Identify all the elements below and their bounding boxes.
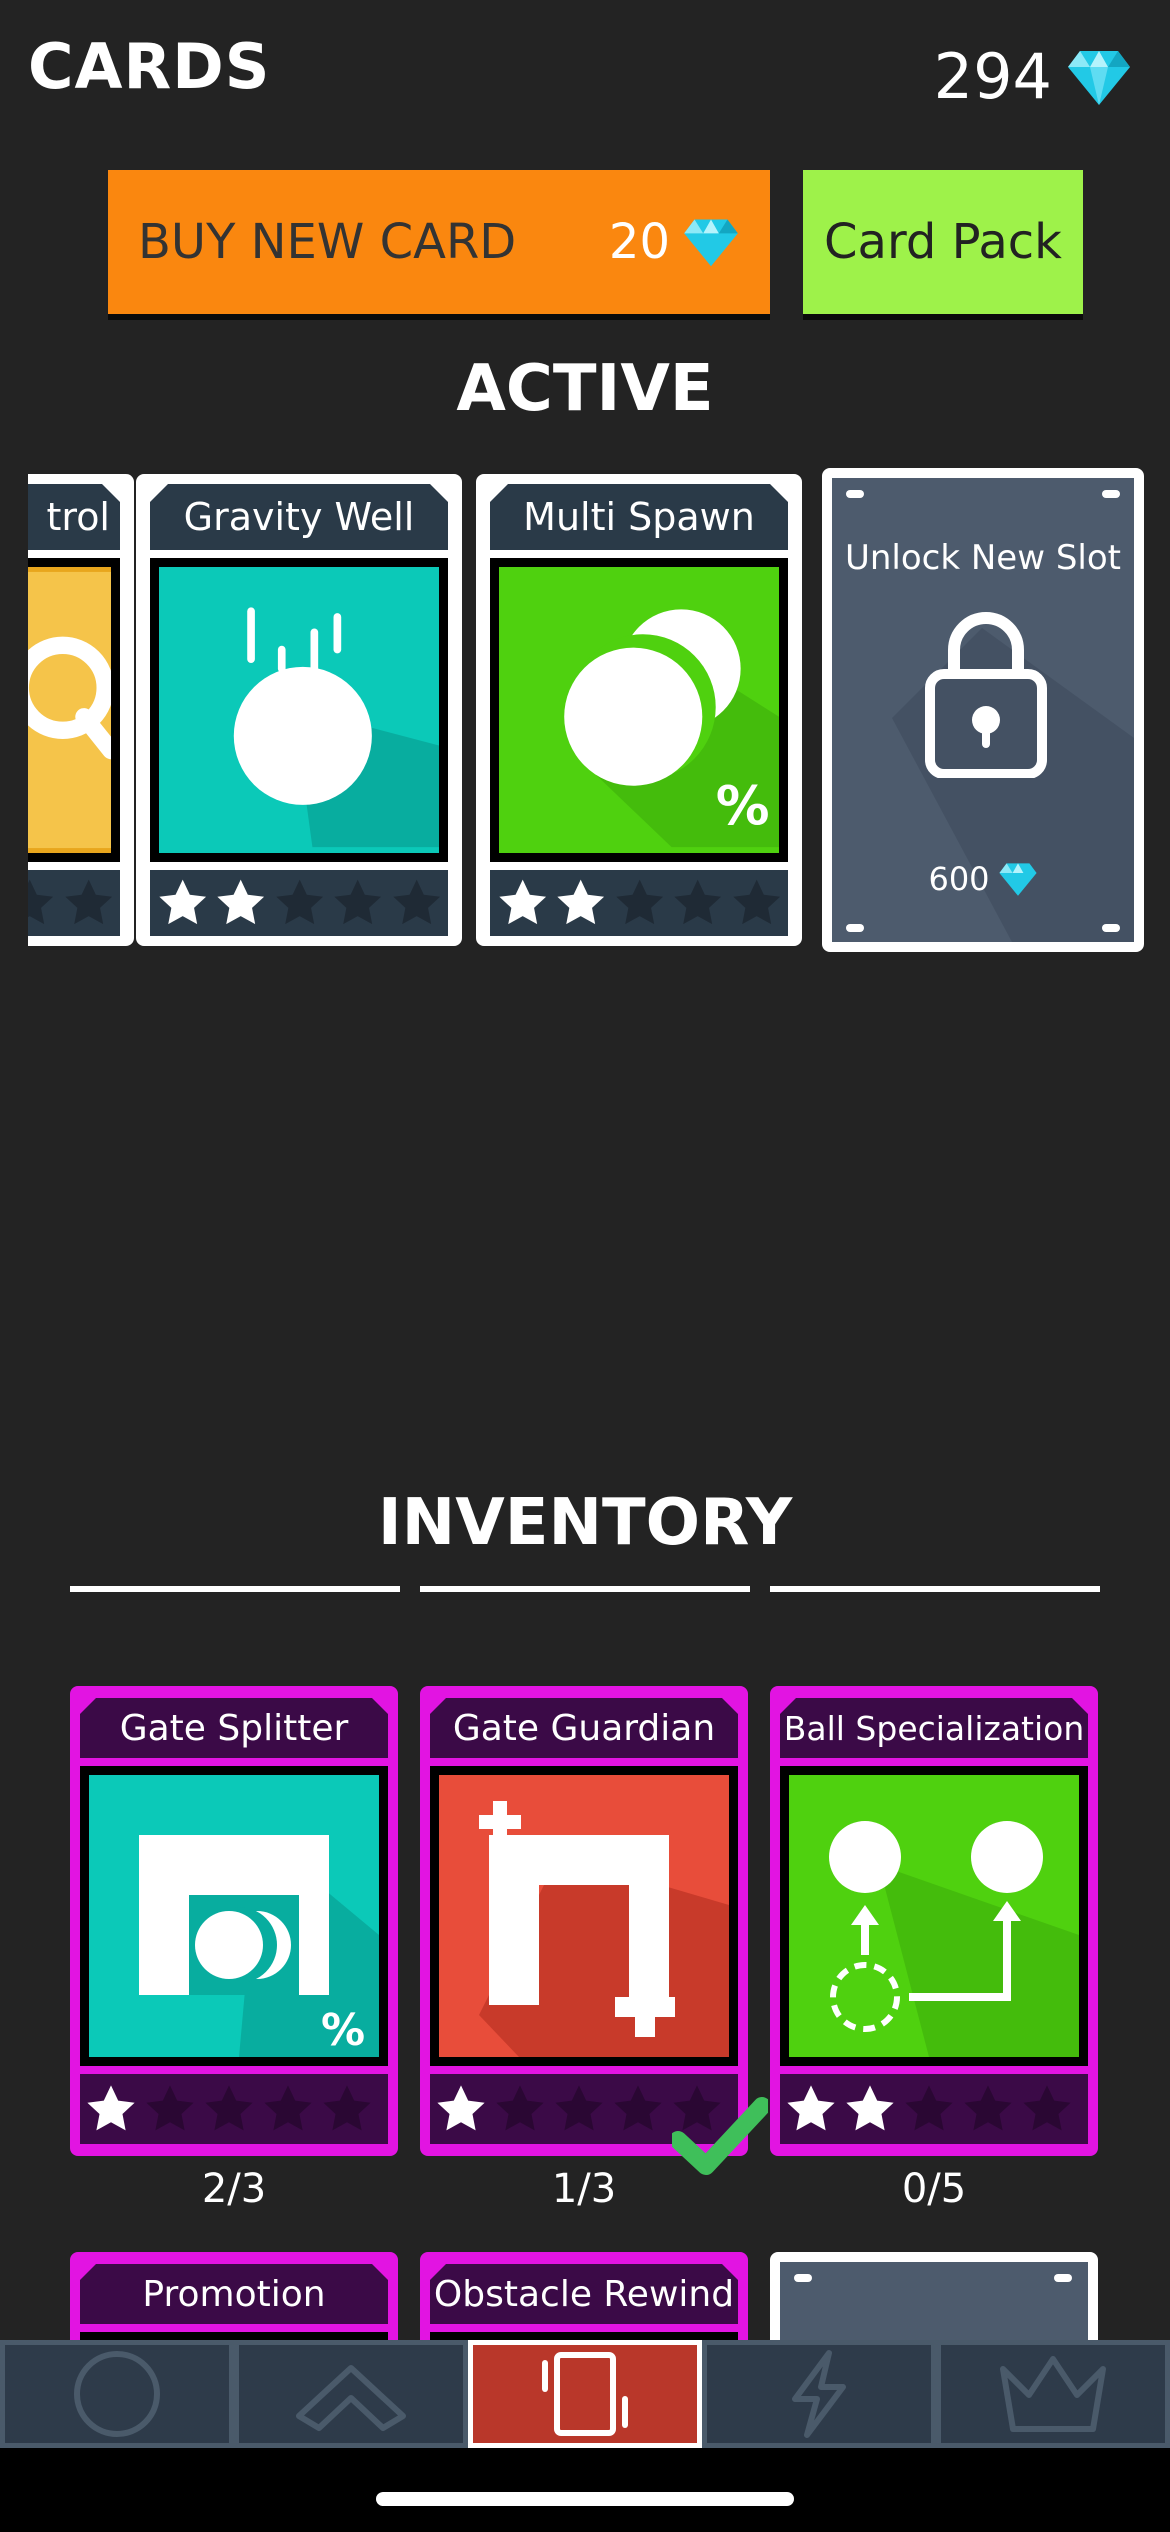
star-empty-icon [616, 879, 663, 925]
lightning-icon [792, 2350, 846, 2438]
checkmark-icon [672, 2097, 768, 2175]
inventory-card[interactable]: Ball Specialization [770, 1686, 1098, 2156]
card-title: Gate Splitter [80, 1698, 388, 1758]
page-title: CARDS [28, 30, 271, 103]
tab-cards[interactable] [468, 2340, 702, 2448]
inventory-card[interactable]: Gate Splitter % [70, 1686, 398, 2156]
gate-guardian-icon [479, 1801, 729, 2057]
card-art: % [490, 558, 788, 862]
buy-new-card-button[interactable]: BUY NEW CARD 20 [108, 170, 770, 320]
card-title: Promotion [80, 2264, 388, 2324]
svg-text:%: % [716, 774, 770, 837]
gem-icon [684, 219, 738, 267]
star-empty-icon [964, 2085, 1012, 2131]
inventory-divider [770, 1586, 1100, 1592]
inventory-divider [70, 1586, 400, 1592]
unlock-slot-price: 600 [832, 860, 1134, 898]
multi-ball-icon: % [564, 609, 779, 848]
star-empty-icon [205, 2085, 253, 2131]
card-count: 2/3 [201, 2166, 267, 2212]
star-empty-icon [276, 879, 323, 925]
system-bar [0, 2448, 1170, 2532]
star-filled-icon [437, 2085, 485, 2131]
star-empty-icon [905, 2085, 953, 2131]
card-art [150, 558, 448, 862]
star-filled-icon [499, 879, 547, 925]
gem-count: 294 [933, 40, 1052, 113]
slot-background [794, 2274, 1072, 2282]
chevron-up-icon [296, 2365, 406, 2431]
star-empty-icon [496, 2085, 544, 2131]
star-rating [150, 870, 448, 936]
buy-new-card-label: BUY NEW CARD [138, 214, 517, 270]
card-pack-button[interactable]: Card Pack [803, 170, 1083, 320]
star-empty-icon [323, 2085, 371, 2131]
tab-play[interactable] [0, 2340, 234, 2448]
tab-upgrade[interactable] [234, 2340, 468, 2448]
inventory-card[interactable]: Gate Guardian [420, 1686, 748, 2156]
active-card[interactable]: Gravity Well [136, 474, 462, 946]
star-filled-icon [217, 879, 265, 925]
gem-icon [1068, 50, 1130, 105]
card-art [780, 1766, 1088, 2066]
card-title: Multi Spawn [490, 484, 788, 550]
inventory-section-title: INVENTORY [377, 1486, 793, 1560]
gem-icon [998, 863, 1037, 896]
card-art [430, 1766, 738, 2066]
star-filled-icon [846, 2085, 894, 2131]
card-art: % [80, 1766, 388, 2066]
unlock-price-value: 600 [928, 860, 990, 898]
unlock-slot-label: Unlock New Slot [844, 538, 1121, 578]
active-section-title: ACTIVE [456, 352, 714, 426]
star-empty-icon [392, 879, 440, 925]
card-art [28, 558, 120, 862]
crown-icon [1000, 2356, 1106, 2432]
card-title: Gate Guardian [430, 1698, 738, 1758]
star-empty-icon [674, 879, 722, 925]
star-filled-icon [787, 2085, 835, 2131]
home-indicator[interactable] [376, 2492, 794, 2506]
unlock-slot-card[interactable]: Unlock New Slot 600 [822, 468, 1144, 952]
bottom-nav [0, 2340, 1170, 2448]
star-empty-icon [555, 2085, 603, 2131]
ball-specialization-icon [829, 1821, 1079, 2057]
active-card[interactable]: trol [28, 474, 134, 946]
star-empty-icon [732, 879, 780, 925]
svg-text:%: % [321, 2005, 365, 2056]
star-empty-icon [1023, 2085, 1071, 2131]
lock-icon [925, 612, 1047, 778]
cards-icon [542, 2352, 628, 2436]
tab-powerups[interactable] [702, 2340, 936, 2448]
star-filled-icon [557, 879, 605, 925]
card-title: Obstacle Rewind [430, 2264, 738, 2324]
magnifier-icon [28, 571, 111, 849]
star-empty-icon [614, 2085, 662, 2131]
star-empty-icon [334, 879, 382, 925]
card-title: Gravity Well [150, 484, 448, 550]
active-card[interactable]: Multi Spawn % [476, 474, 802, 946]
falling-ball-icon [233, 607, 439, 848]
card-title: trol [28, 484, 120, 550]
gate-splitter-icon: % [139, 1835, 379, 2057]
circle-icon [74, 2351, 160, 2437]
star-empty-icon [264, 2085, 312, 2131]
buy-price-value: 20 [608, 214, 670, 270]
star-rating [780, 2074, 1088, 2144]
star-filled-icon [87, 2085, 135, 2131]
buy-price: 20 [609, 214, 740, 270]
star-rating [80, 2074, 388, 2144]
star-rating [28, 870, 120, 936]
gem-balance: 294 [934, 40, 1132, 113]
inventory-divider [420, 1586, 750, 1592]
star-rating [490, 870, 788, 936]
card-count: 0/5 [901, 2166, 967, 2212]
tab-rankings[interactable] [936, 2340, 1170, 2448]
card-title: Ball Specialization [780, 1698, 1088, 1758]
star-empty-icon [28, 879, 54, 925]
star-empty-icon [146, 2085, 194, 2131]
star-filled-icon [159, 879, 207, 925]
star-empty-icon [64, 879, 112, 925]
